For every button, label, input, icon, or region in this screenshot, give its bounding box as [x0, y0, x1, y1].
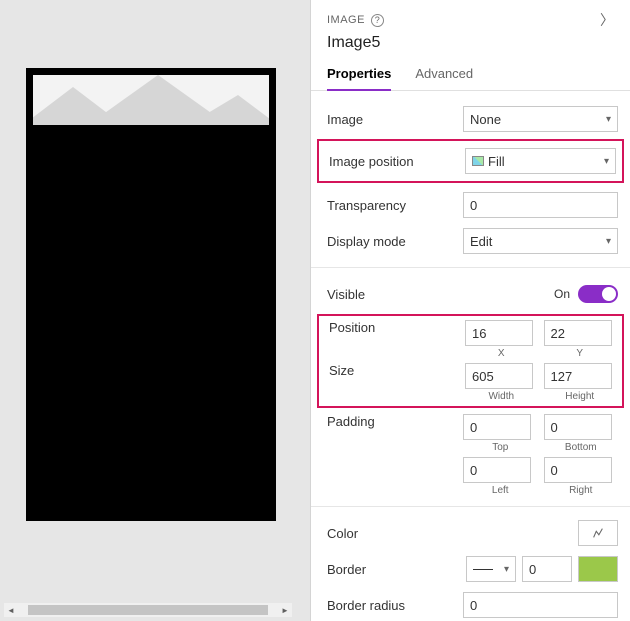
padding-right-input[interactable]: [544, 457, 612, 483]
top-sublabel: Top: [463, 442, 538, 453]
transparency-label: Transparency: [323, 198, 463, 213]
design-canvas[interactable]: ◄ ►: [0, 0, 310, 621]
scroll-track[interactable]: [18, 603, 278, 617]
image-position-select[interactable]: Fill ▾: [465, 148, 616, 174]
image-label: Image: [323, 112, 463, 127]
image-position-value: Fill: [488, 154, 505, 169]
image-select[interactable]: None ▾: [463, 106, 618, 132]
padding-top-input[interactable]: [463, 414, 531, 440]
properties-panel: IMAGE ? 〉 Image5 Properties Advanced Ima…: [310, 0, 630, 621]
help-icon[interactable]: ?: [371, 14, 384, 27]
visible-toggle[interactable]: [578, 285, 618, 303]
chevron-down-icon: ▾: [604, 156, 609, 167]
x-sublabel: X: [465, 348, 538, 359]
padding-left-input[interactable]: [463, 457, 531, 483]
visible-label: Visible: [323, 287, 463, 302]
bottom-sublabel: Bottom: [544, 442, 619, 453]
width-sublabel: Width: [465, 391, 538, 402]
image-position-label: Image position: [325, 154, 465, 169]
tab-properties[interactable]: Properties: [327, 66, 391, 91]
expand-panel-icon[interactable]: 〉: [600, 10, 614, 30]
chevron-down-icon: ▾: [606, 236, 611, 247]
tab-advanced[interactable]: Advanced: [415, 66, 473, 90]
image-value: None: [470, 112, 501, 127]
position-y-input[interactable]: [544, 320, 612, 346]
y-sublabel: Y: [544, 348, 617, 359]
height-sublabel: Height: [544, 391, 617, 402]
transparency-input[interactable]: [463, 192, 618, 218]
left-sublabel: Left: [463, 485, 538, 496]
image-control-preview[interactable]: [33, 75, 269, 125]
position-label: Position: [325, 320, 465, 335]
visible-state: On: [554, 287, 570, 301]
border-color-swatch[interactable]: [578, 556, 618, 582]
display-mode-select[interactable]: Edit ▾: [463, 228, 618, 254]
fill-mode-icon: [472, 156, 484, 166]
color-picker[interactable]: [578, 520, 618, 546]
scroll-thumb[interactable]: [28, 605, 268, 615]
display-mode-label: Display mode: [323, 234, 463, 249]
highlight-image-position: Image position Fill ▾: [317, 139, 624, 183]
width-input[interactable]: [465, 363, 533, 389]
app-screen: [26, 68, 276, 521]
chevron-down-icon: ▾: [606, 114, 611, 125]
border-radius-input[interactable]: [463, 592, 618, 618]
display-mode-value: Edit: [470, 234, 492, 249]
padding-label: Padding: [323, 414, 463, 429]
highlight-position-size: Position X Y Size Width Height: [317, 314, 624, 408]
control-type-label: IMAGE ?: [327, 14, 384, 27]
placeholder-mountain-icon: [188, 95, 269, 125]
height-input[interactable]: [544, 363, 612, 389]
position-x-input[interactable]: [465, 320, 533, 346]
padding-bottom-input[interactable]: [544, 414, 612, 440]
right-sublabel: Right: [544, 485, 619, 496]
scroll-right-icon[interactable]: ►: [278, 603, 292, 617]
color-picker-icon: [591, 526, 605, 540]
color-label: Color: [323, 526, 463, 541]
border-radius-label: Border radius: [323, 598, 463, 613]
horizontal-scrollbar[interactable]: ◄ ►: [4, 603, 292, 617]
control-name: Image5: [327, 34, 614, 52]
size-label: Size: [325, 363, 465, 378]
panel-tabs: Properties Advanced: [311, 52, 630, 91]
border-width-input[interactable]: [522, 556, 572, 582]
chevron-down-icon: ▾: [504, 564, 509, 575]
scroll-left-icon[interactable]: ◄: [4, 603, 18, 617]
border-label: Border: [323, 562, 463, 577]
border-style-select[interactable]: ▾: [466, 556, 516, 582]
